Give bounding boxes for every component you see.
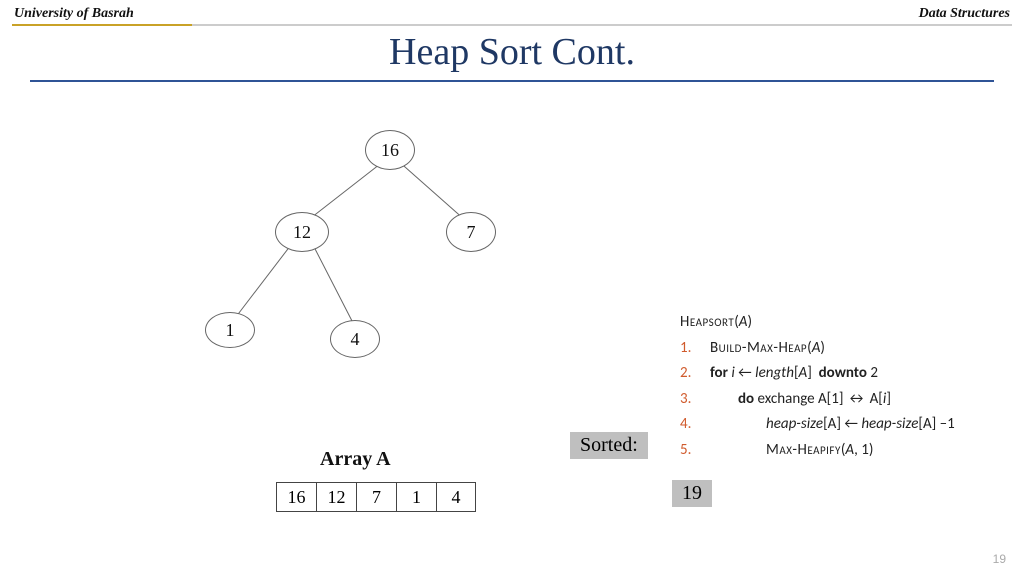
heap-tree-diagram: 16 12 7 1 4 — [180, 120, 540, 380]
tree-node: 12 — [275, 212, 329, 252]
sorted-label: Sorted: — [570, 432, 648, 459]
tree-node: 7 — [446, 212, 496, 252]
header-rule — [12, 24, 1012, 26]
title-rule — [30, 80, 994, 82]
slide-header: University of Basrah Data Structures — [0, 0, 1024, 24]
slide-title: Heap Sort Cont. — [0, 30, 1024, 74]
header-left: University of Basrah — [14, 6, 134, 22]
pseudocode-line: 1.Build-Max-Heap(A) — [680, 336, 955, 362]
tree-edge — [314, 248, 353, 322]
pseudocode-line: 4.heap-size[A] ← heap-size[A] –1 — [680, 412, 955, 438]
array-cell: 16 — [276, 482, 316, 512]
pseudocode-procname: Heapsort(A) — [680, 310, 955, 336]
tree-node: 4 — [330, 320, 380, 358]
step-number-badge: 19 — [672, 480, 712, 507]
array-cell: 7 — [356, 482, 396, 512]
array-cell: 12 — [316, 482, 356, 512]
pseudocode-block: Heapsort(A)1.Build-Max-Heap(A)2.for i ← … — [680, 310, 955, 463]
array-cell: 4 — [436, 482, 476, 512]
tree-edge — [236, 248, 289, 317]
pseudocode-line: 3.do exchange A[1] ↔ A[i] — [680, 387, 955, 413]
tree-edge — [402, 164, 463, 218]
array-cell: 1 — [396, 482, 436, 512]
tree-node: 16 — [365, 130, 415, 170]
array-cells: 1612714 — [276, 482, 476, 512]
pseudocode-line: 2.for i ← length[A] downto 2 — [680, 361, 955, 387]
tree-node: 1 — [205, 312, 255, 348]
header-right: Data Structures — [919, 6, 1010, 22]
pseudocode-line: 5.Max-Heapify(A, 1) — [680, 438, 955, 464]
array-label: Array A — [320, 448, 391, 471]
tree-edge — [310, 165, 379, 219]
page-number: 19 — [993, 552, 1006, 566]
